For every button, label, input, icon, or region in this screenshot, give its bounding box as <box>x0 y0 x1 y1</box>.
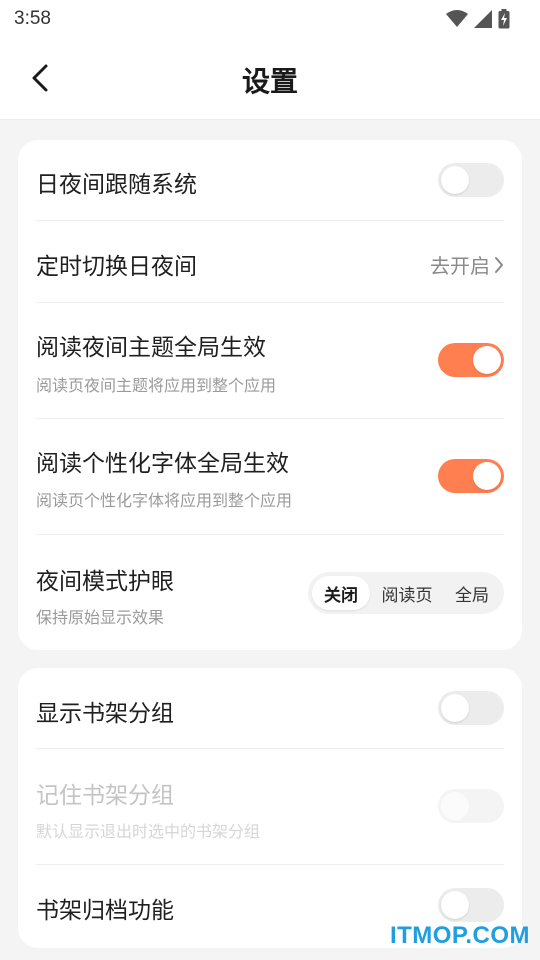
row-title: 阅读夜间主题全局生效 <box>36 335 266 361</box>
watermark: ITMOP.COM <box>389 922 530 949</box>
settings-card-theme: 日夜间跟随系统 定时切换日夜间 去开启 阅读夜间主题全局生效 阅读页夜间主题将应… <box>18 140 522 650</box>
status-icons <box>446 9 510 29</box>
row-title: 日夜间跟随系统 <box>36 172 197 198</box>
chevron-right-icon <box>495 256 503 273</box>
follow-system-toggle[interactable] <box>438 163 504 197</box>
scheduled-switch-link[interactable]: 去开启 <box>430 250 504 279</box>
row-subtitle: 阅读页个性化字体将应用到整个应用 <box>36 491 293 510</box>
eye-care-option-reading[interactable]: 阅读页 <box>370 576 444 610</box>
row-custom-font-global[interactable]: 阅读个性化字体全局生效 阅读页个性化字体将应用到整个应用 <box>36 419 504 535</box>
row-title: 定时切换日夜间 <box>36 254 197 280</box>
toggle-knob <box>441 694 469 722</box>
row-shelf-groups[interactable]: 显示书架分组 <box>36 668 504 749</box>
toggle-knob <box>473 462 501 490</box>
custom-font-global-toggle[interactable] <box>438 459 504 493</box>
battery-charging-icon <box>498 9 510 29</box>
shelf-archive-toggle[interactable] <box>438 888 504 922</box>
row-subtitle: 默认显示退出时选中的书架分组 <box>36 822 261 841</box>
row-remember-groups: 记住书架分组 默认显示退出时选中的书架分组 <box>36 749 504 865</box>
row-subtitle: 保持原始显示效果 <box>36 608 165 627</box>
header: 设置 <box>0 38 540 120</box>
row-title: 夜间模式护眼 <box>36 569 174 595</box>
row-title: 书架归档功能 <box>36 898 174 924</box>
remember-groups-toggle <box>438 789 504 823</box>
row-night-theme-global[interactable]: 阅读夜间主题全局生效 阅读页夜间主题将应用到整个应用 <box>36 303 504 419</box>
row-title: 阅读个性化字体全局生效 <box>36 451 289 477</box>
eye-care-option-off[interactable]: 关闭 <box>312 576 370 610</box>
toggle-knob <box>441 166 469 194</box>
row-title: 显示书架分组 <box>36 701 174 727</box>
page-title: 设置 <box>241 65 298 98</box>
shelf-groups-toggle[interactable] <box>438 691 504 725</box>
settings-card-bookshelf: 显示书架分组 记住书架分组 默认显示退出时选中的书架分组 书架归档功能 <box>18 668 522 948</box>
row-title: 记住书架分组 <box>36 783 174 809</box>
status-time: 3:58 <box>14 8 51 29</box>
wifi-icon <box>446 10 468 27</box>
night-theme-global-toggle[interactable] <box>438 343 504 377</box>
eye-care-segmented-control: 关闭 阅读页 全局 <box>308 572 504 614</box>
signal-icon <box>474 10 492 28</box>
row-follow-system[interactable]: 日夜间跟随系统 <box>36 140 504 221</box>
toggle-knob <box>441 792 469 820</box>
row-subtitle: 阅读页夜间主题将应用到整个应用 <box>36 376 277 395</box>
row-scheduled-switch[interactable]: 定时切换日夜间 去开启 <box>36 221 504 303</box>
status-bar: 3:58 <box>0 0 540 38</box>
eye-care-option-global[interactable]: 全局 <box>444 576 500 610</box>
row-night-eye-care: 夜间模式护眼 保持原始显示效果 关闭 阅读页 全局 <box>36 535 504 650</box>
scheduled-switch-action: 去开启 <box>430 254 490 278</box>
toggle-knob <box>473 346 501 374</box>
toggle-knob <box>441 891 469 919</box>
